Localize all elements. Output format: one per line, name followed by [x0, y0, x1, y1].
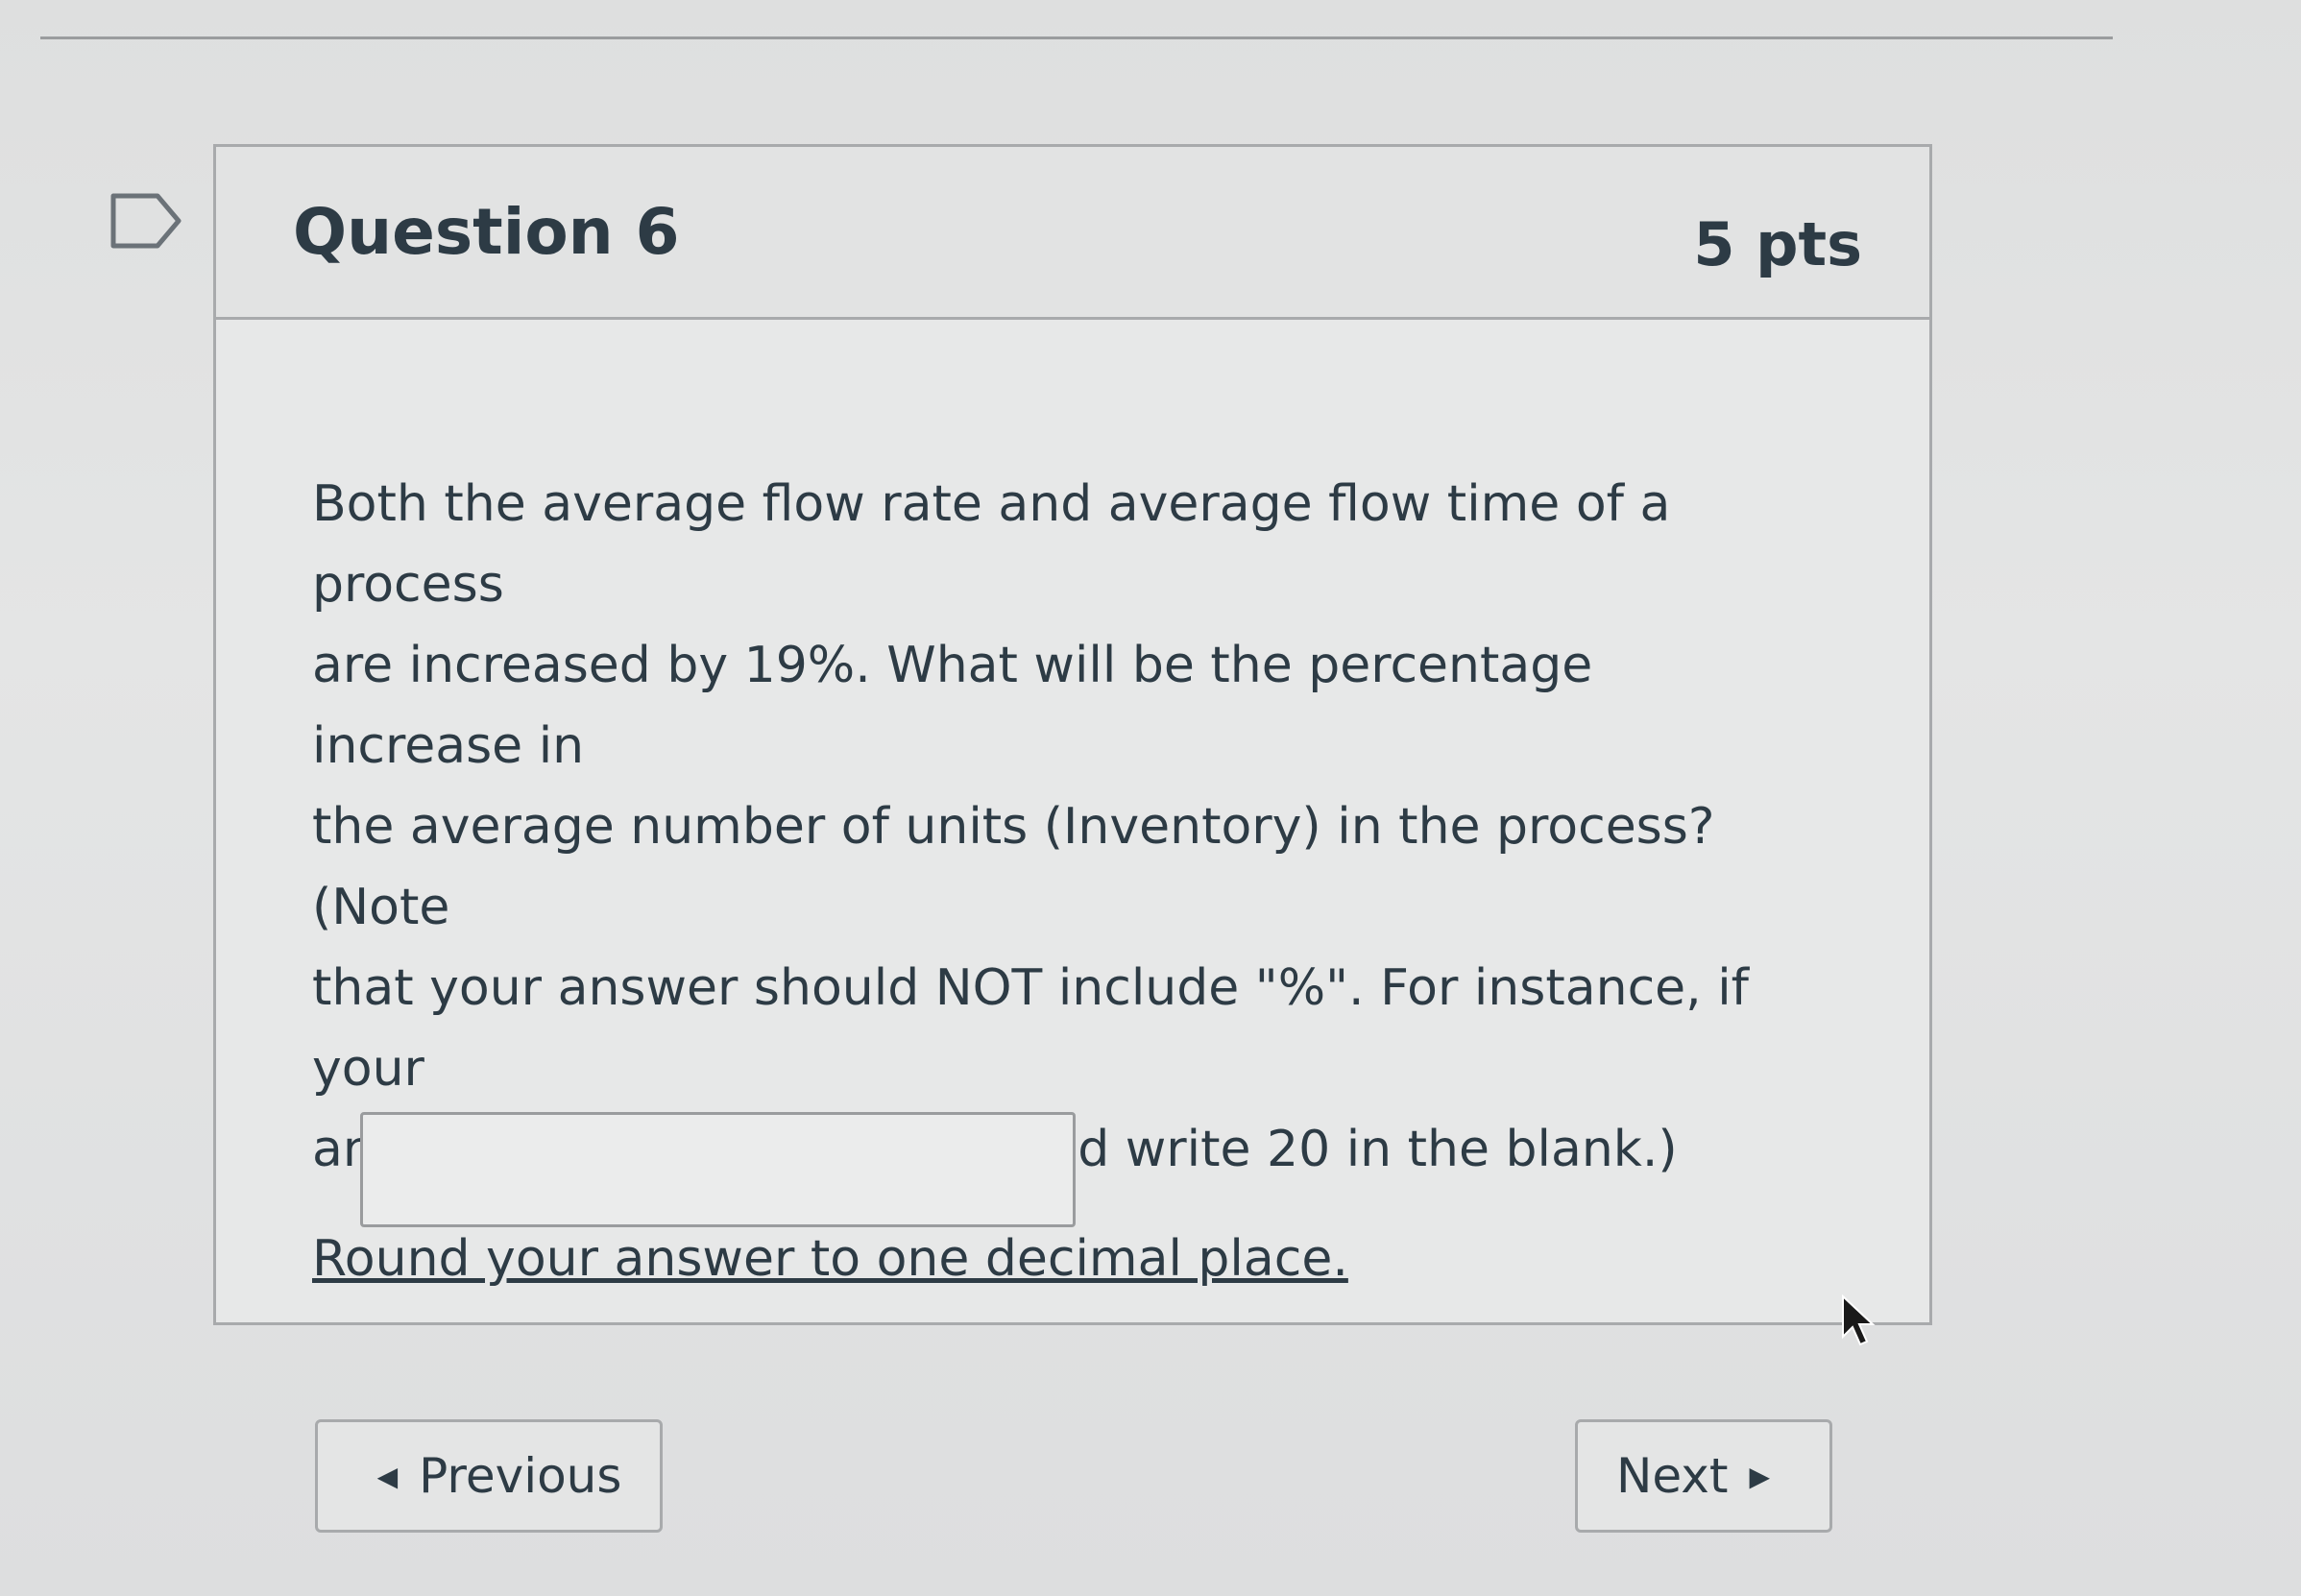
question-header: Question 6 5 pts	[216, 147, 1929, 320]
rounding-instruction: Round your answer to one decimal place.	[312, 1230, 1348, 1288]
question-text: Both the average flow rate and average f…	[312, 464, 1810, 1190]
question-points: 5 pts	[1693, 209, 1862, 279]
next-button[interactable]: Next ▶	[1575, 1419, 1832, 1533]
flag-icon[interactable]	[109, 192, 182, 250]
triangle-right-icon: ▶	[1749, 1460, 1771, 1492]
mouse-pointer-icon	[1842, 1294, 1876, 1346]
previous-button[interactable]: ◀ Previous	[315, 1419, 663, 1533]
triangle-left-icon: ◀	[376, 1460, 399, 1492]
answer-input[interactable]	[360, 1112, 1076, 1227]
next-label: Next	[1615, 1448, 1729, 1504]
question-title: Question 6	[293, 195, 680, 269]
top-divider	[40, 36, 2113, 39]
previous-label: Previous	[419, 1448, 622, 1504]
question-card: Question 6 5 pts Both the average flow r…	[213, 144, 1932, 1346]
question-text-line: the average number of units (Inventory) …	[312, 798, 1715, 936]
question-text-line: that your answer should NOT include "%".…	[312, 959, 1749, 1098]
question-text-line: are increased by 19%. What will be the p…	[312, 637, 1593, 775]
question-text-line: Both the average flow rate and average f…	[312, 475, 1671, 614]
